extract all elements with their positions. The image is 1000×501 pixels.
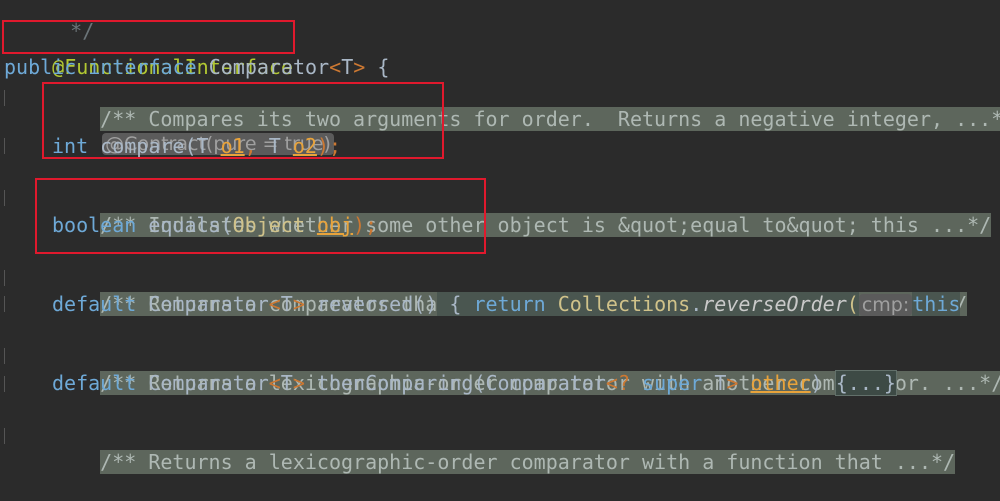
folded-body-placeholder[interactable]: {...} [834, 370, 897, 396]
keyword-return: return [473, 292, 546, 316]
code-line-then-comparing-doc: /** Returns a lexicographic-order compar… [52, 344, 1000, 395]
dot: . [690, 292, 703, 316]
keyword-default: default [52, 371, 137, 395]
type-param: T [341, 55, 354, 79]
return-type-comparator: Comparator [136, 371, 269, 395]
method-reverse-order[interactable]: reverseOrder [702, 292, 847, 316]
code-line-interface-decl: public interface Comparator<T> { [4, 54, 389, 80]
return-type-comparator: Comparator [136, 292, 269, 316]
highlight-box-equals [35, 178, 486, 254]
angle-close: > [353, 55, 366, 79]
code-line-then-comparing-method: default Comparator<T> thenComparing(Comp… [52, 370, 897, 396]
keyword-interface: interface [88, 55, 197, 79]
then-comparing-signature[interactable]: thenComparing(Comparator [305, 371, 606, 395]
angle-open: < [329, 55, 342, 79]
open-brace: { [365, 55, 390, 79]
angle-close: > [292, 371, 305, 395]
class-collections[interactable]: Collections [557, 292, 691, 316]
keyword-public: public [4, 55, 77, 79]
interface-name[interactable]: Comparator [209, 55, 329, 79]
code-line-reversed-doc: /** Returns a comparator that imposes th… [52, 265, 968, 316]
fold-marker[interactable] [4, 348, 5, 364]
angle-close: > [292, 292, 305, 316]
param-other[interactable]: other [750, 371, 810, 395]
fold-marker[interactable] [4, 270, 5, 286]
fold-marker[interactable] [4, 190, 5, 206]
fold-marker[interactable] [4, 428, 5, 444]
code-line-function-doc: /** Returns a lexicographic-order compar… [52, 423, 956, 474]
code-editor[interactable]: */ @FunctionalInterface public interface… [0, 0, 1000, 474]
fold-marker[interactable] [4, 138, 5, 154]
angle-close: > [726, 371, 739, 395]
angle-open: < [268, 371, 281, 395]
highlight-box-compare [42, 82, 444, 159]
fold-marker[interactable] [4, 296, 5, 312]
code-line-comment-end: */ [22, 0, 94, 43]
open-paren: ( [846, 292, 859, 316]
fold-marker[interactable] [4, 90, 5, 106]
fold-marker[interactable] [4, 376, 5, 392]
code-line-reversed-method: default Comparator<T> reversed() { retur… [52, 291, 961, 317]
keyword-super: super [630, 371, 703, 395]
function-doc-comment[interactable]: /** Returns a lexicographic-order compar… [100, 450, 956, 474]
keyword-this: this [912, 292, 961, 316]
type-param: T [280, 371, 293, 395]
cmp-inlay-hint: cmp: [858, 294, 913, 316]
type-param: T [280, 292, 293, 316]
keyword-default: default [52, 292, 137, 316]
open-brace: { [437, 292, 474, 316]
angle-open: < [268, 292, 281, 316]
highlight-box-annotation [2, 20, 295, 54]
reversed-name[interactable]: reversed() [305, 292, 437, 316]
angle-open: < [605, 371, 618, 395]
type-param: T [714, 371, 727, 395]
wildcard: ? [617, 371, 631, 395]
